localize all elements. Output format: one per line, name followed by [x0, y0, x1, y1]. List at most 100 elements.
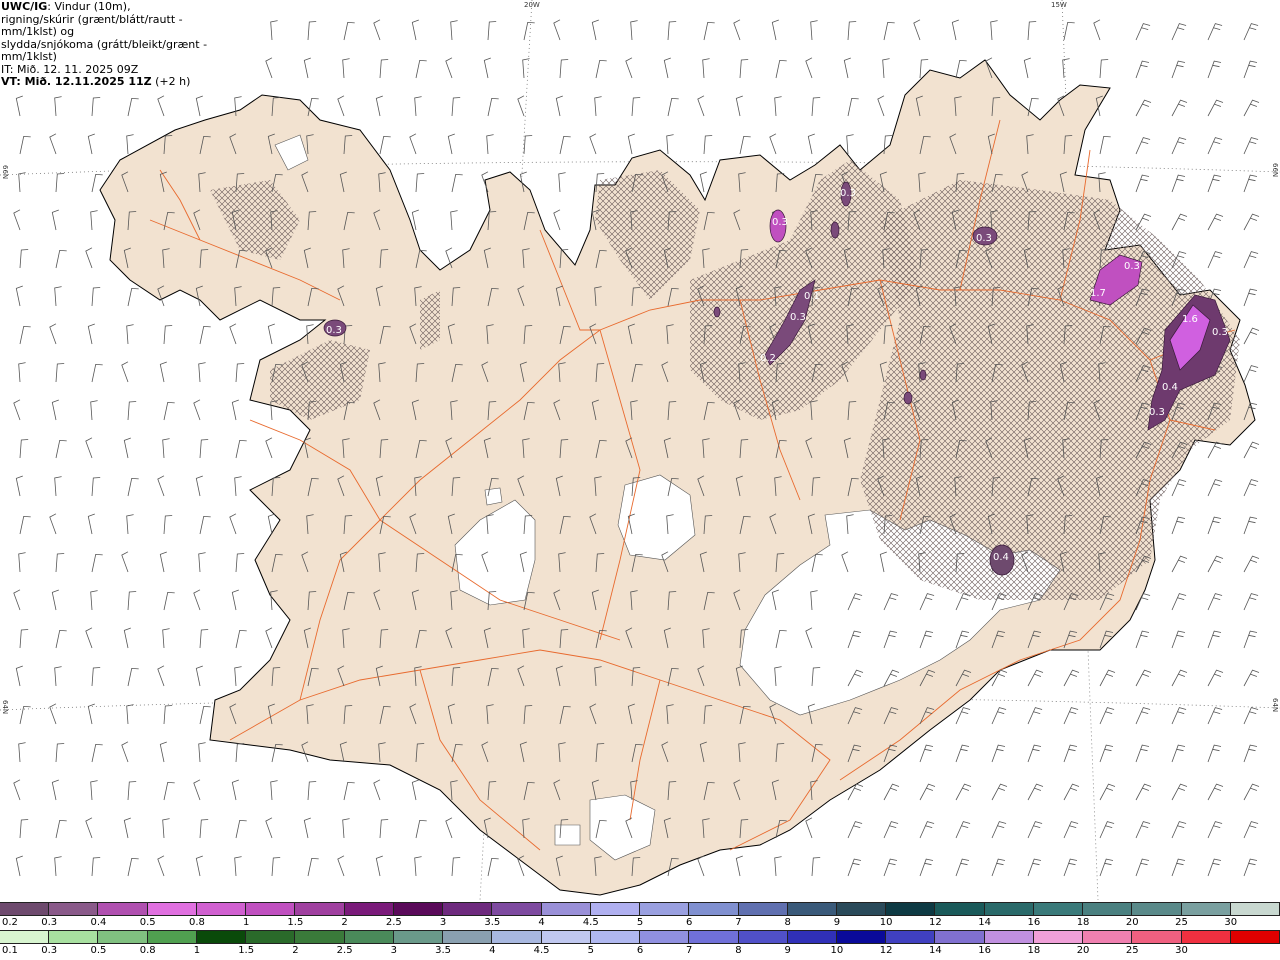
legend-tick-label: 2	[341, 917, 348, 928]
legend-tick-label: 4.5	[533, 945, 550, 956]
legend-color-cell	[836, 903, 887, 915]
coord-label-20w: 20W	[524, 1, 540, 9]
legend-tick-label: 2	[292, 945, 299, 956]
legend-tick-label: 0.8	[139, 945, 156, 956]
legend-color-cell	[1230, 931, 1280, 943]
legend-color-cell	[344, 931, 394, 943]
legend-color-cell	[443, 903, 493, 915]
legend-color-cell	[787, 903, 837, 915]
legend-color-cell	[1083, 903, 1133, 915]
legend-tick-label: 20	[1125, 917, 1139, 928]
weather-map: 0.3 0.3 0.3 0.3 1.7 0.3 0.4 0.3 0.1 1.6 …	[0, 0, 1280, 900]
valid-time: VT: Mið. 12.11.2025 11Z	[1, 75, 152, 88]
legend-tick-label: 6	[686, 917, 693, 928]
legend-tick-label: 0.1	[2, 945, 18, 956]
precip-label: 0.2	[760, 353, 776, 364]
title-line-1: UWC/IG: Vindur (10m),	[1, 0, 240, 14]
legend-color-cell	[541, 903, 591, 915]
legend-tick-label: 3.5	[435, 945, 452, 956]
coord-label-66n-left: 66N	[1, 165, 9, 180]
legend-tick-label: 30	[1224, 917, 1238, 928]
legend-tick-label: 20	[1076, 945, 1090, 956]
precip-label: 0.3	[840, 188, 856, 199]
legend-tick-label: 12	[879, 945, 893, 956]
legend-tick-label: 3.5	[484, 917, 501, 928]
precip-label: 0.3	[1149, 407, 1165, 418]
legend-tick-label: 12	[929, 917, 942, 928]
legend-tick-label: 14	[929, 945, 942, 956]
legend-color-cell	[935, 903, 985, 915]
legend-color-cell	[147, 903, 197, 915]
precip-label: 0.4	[1162, 382, 1178, 393]
precip-label: 0.3	[790, 312, 806, 323]
legend-snow-labels: 0.2 0.3 0.4 0.5 0.8 1 1.5 2 2.5 3 3.5 4 4.5 5 6 7 8 9 10 12…	[0, 917, 1280, 931]
legend-color-cell	[1132, 931, 1182, 943]
precip-label: 0.3	[1124, 261, 1140, 272]
legend-color-cell	[246, 903, 296, 915]
legend-tick-label: 2.5	[336, 945, 353, 956]
legend-color-cell	[393, 931, 444, 943]
legend-color-cell	[935, 931, 985, 943]
legend-color-cell	[984, 903, 1034, 915]
legend-tick-label: 5	[587, 945, 594, 956]
legend-color-cell	[1033, 903, 1084, 915]
legend-tick-label: 0.3	[41, 945, 58, 956]
coord-label-66n-right: 66N	[1271, 163, 1279, 178]
legend-tick-label: 8	[735, 945, 742, 956]
legend-color-cell	[886, 903, 936, 915]
legend-tick-label: 3	[439, 917, 447, 928]
legend-color-cell	[1181, 931, 1231, 943]
legend-color-cell	[49, 903, 99, 915]
legend-color-cell	[1132, 903, 1182, 915]
legend-color-cell	[98, 931, 148, 943]
legend-color-cell	[492, 931, 542, 943]
legend-color-cell	[590, 931, 641, 943]
legend-color-cell	[0, 931, 50, 943]
precip-label: 0.1	[804, 291, 820, 302]
legend-tick-label: 7	[735, 917, 742, 928]
legend-tick-label: 0.5	[139, 917, 156, 928]
precip-label: 0.3	[1212, 327, 1228, 338]
precip-label: 0.3	[976, 233, 992, 244]
legend-snow-colorbar	[0, 902, 1280, 916]
legend-color-cell	[295, 931, 345, 943]
coord-label-64n-right: 64N	[1271, 698, 1279, 713]
legend-color-cell	[787, 931, 837, 943]
legend-tick-label: 0.5	[90, 945, 107, 956]
legend-tick-label: 1.5	[287, 917, 304, 928]
valid-time-offset: (+2 h)	[151, 75, 191, 88]
legend-color-cell	[344, 903, 394, 915]
legend-tick-label: 9	[833, 917, 841, 928]
legend-tick-label: 30	[1175, 945, 1188, 956]
map-title-box: UWC/IG: Vindur (10m), rigning/skúrir (gr…	[0, 0, 240, 88]
legend-color-cell	[1181, 903, 1231, 915]
legend-tick-label: 10	[830, 945, 844, 956]
legend-tick-label: 0.4	[90, 917, 107, 928]
precip-label: 1.6	[1182, 314, 1198, 325]
legend-tick-label: 1	[193, 945, 201, 956]
legend-color-cell	[49, 931, 99, 943]
legend-tick-label: 16	[978, 945, 991, 956]
model-name: UWC/IG	[1, 0, 48, 13]
legend-tick-label: 25	[1125, 945, 1139, 956]
legend-color-cell	[492, 903, 542, 915]
legend-tick-label: 25	[1175, 917, 1188, 928]
legend-color-cell	[1033, 931, 1084, 943]
legend-tick-label: 0.2	[2, 917, 18, 928]
legend-tick-label: 10	[879, 917, 893, 928]
title-line-3: slydda/snjókoma (grátt/bleikt/grænt - mm…	[1, 37, 208, 63]
legend-tick-label: 8	[784, 917, 791, 928]
legend-color-cell	[1083, 931, 1133, 943]
legend-color-cell	[590, 903, 641, 915]
legend-tick-label: 0.3	[41, 917, 58, 928]
title-line-2: rigning/skúrir (grænt/blátt/rautt - mm/1…	[1, 12, 183, 38]
legend-color-cell	[689, 903, 739, 915]
legend-color-cell	[1230, 903, 1280, 915]
legend-tick-label: 7	[686, 945, 693, 956]
legend-color-cell	[640, 931, 690, 943]
precip-label: 1.7	[1090, 288, 1106, 299]
legend-color-cell	[295, 903, 345, 915]
legend-color-cell	[0, 903, 50, 915]
legend-color-cell	[738, 931, 788, 943]
legend-color-cell	[393, 903, 444, 915]
